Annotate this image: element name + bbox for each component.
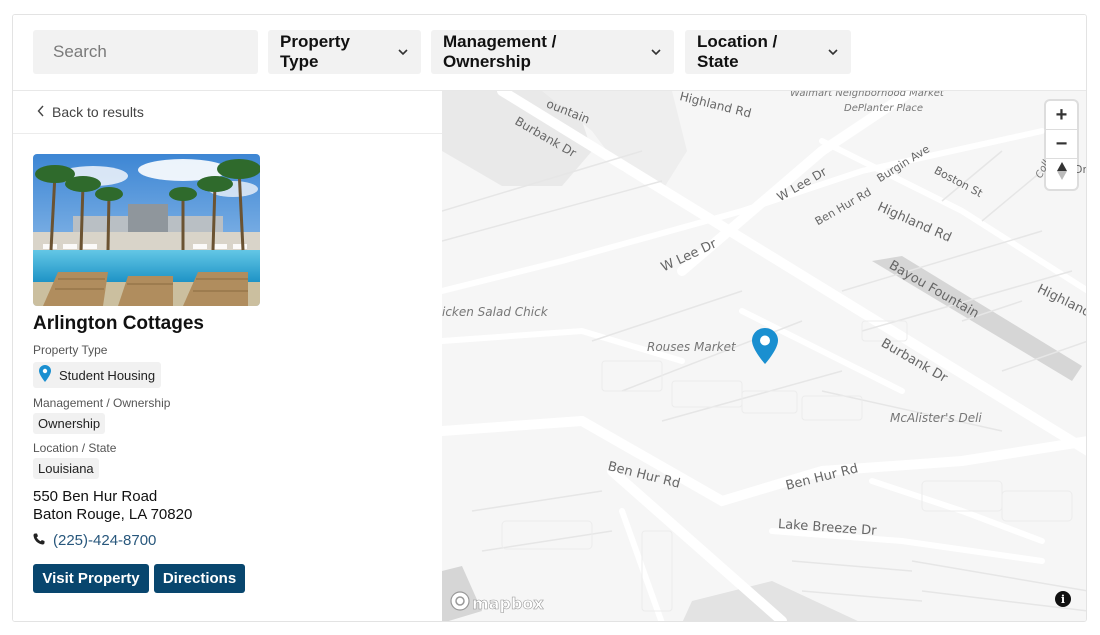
- zoom-out-button[interactable]: −: [1046, 130, 1077, 159]
- filter-bar: Property Type Management / Ownership Loc…: [13, 15, 1086, 91]
- directions-button[interactable]: Directions: [154, 564, 245, 593]
- location-label: Location / State: [33, 441, 117, 455]
- property-detail-panel: Back to results Arlington Cottages Prope…: [13, 91, 442, 621]
- attribution-info-button[interactable]: i: [1055, 591, 1071, 607]
- map-label-rouses: Rouses Market: [647, 340, 736, 354]
- mapbox-logo-text: mapbox: [472, 593, 544, 613]
- app-frame: Property Type Management / Ownership Loc…: [12, 14, 1087, 622]
- property-type-chip: Student Housing: [33, 362, 162, 388]
- phone-number: (225)-424-8700: [53, 532, 157, 549]
- property-map-pin[interactable]: [752, 328, 778, 369]
- property-type-label: Property Type: [33, 343, 108, 357]
- map-label-chicken-salad: icken Salad Chick: [442, 305, 548, 319]
- location-value: Louisiana: [38, 461, 94, 476]
- map-view[interactable]: Walmart Neighborhood Market DePlanter Pl…: [442, 91, 1086, 621]
- management-label: Management / Ownership: [33, 396, 171, 410]
- back-to-results-link[interactable]: Back to results: [13, 91, 442, 134]
- zoom-in-button[interactable]: +: [1046, 101, 1077, 130]
- map-label-deplanter: DePlanter Place: [844, 103, 924, 114]
- mapbox-logo[interactable]: mapbox: [450, 591, 544, 615]
- map-zoom-controls: + −: [1046, 101, 1077, 189]
- management-value: Ownership: [38, 416, 101, 431]
- search-input[interactable]: [33, 30, 258, 74]
- address-line-1: 550 Ben Hur Road: [33, 488, 158, 505]
- compass-reset-button[interactable]: [1046, 159, 1077, 188]
- property-photo: [33, 154, 260, 306]
- phone-icon: [33, 532, 45, 549]
- address-line-2: Baton Rouge, LA 70820: [33, 506, 193, 523]
- location-dropdown[interactable]: Location / State: [685, 30, 851, 74]
- chevron-down-icon: [397, 46, 409, 58]
- chevron-down-icon: [650, 46, 662, 58]
- property-name: Arlington Cottages: [33, 313, 204, 334]
- phone-link[interactable]: (225)-424-8700: [33, 532, 156, 549]
- property-type-dropdown-label: Property Type: [280, 32, 350, 71]
- map-label-mcalisters: McAlister's Deli: [890, 411, 982, 425]
- location-dropdown-label: Location / State: [697, 32, 778, 71]
- back-link-label: Back to results: [52, 104, 144, 120]
- compass-icon: [1056, 161, 1068, 186]
- management-dropdown[interactable]: Management / Ownership: [431, 30, 674, 74]
- visit-property-button[interactable]: Visit Property: [33, 564, 149, 593]
- property-type-value: Student Housing: [59, 367, 156, 383]
- management-chip: Ownership: [33, 413, 106, 434]
- location-chip: Louisiana: [33, 458, 99, 479]
- map-label-walmart: Walmart Neighborhood Market: [790, 91, 944, 99]
- mapbox-logo-icon: [450, 591, 470, 615]
- map-pin-icon: [39, 365, 51, 385]
- management-dropdown-label: Management / Ownership: [443, 32, 557, 71]
- chevron-down-icon: [827, 46, 839, 58]
- chevron-left-icon: [37, 104, 45, 120]
- property-type-dropdown[interactable]: Property Type: [268, 30, 421, 74]
